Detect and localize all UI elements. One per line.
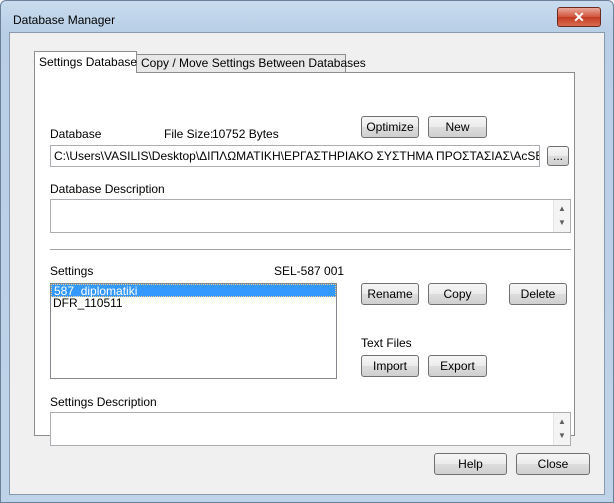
tab-copy-move-settings[interactable]: Copy / Move Settings Between Databases [136, 54, 366, 73]
close-button[interactable]: Close [516, 453, 590, 475]
title-bar[interactable]: Database Manager ✕ [1, 1, 613, 31]
dialog-body: Settings Database Copy / Move Settings B… [9, 32, 605, 495]
database-description-field[interactable]: ▲ ▼ [50, 199, 571, 233]
help-button[interactable]: Help [434, 453, 507, 475]
section-divider [50, 249, 571, 250]
new-database-button[interactable]: New [428, 116, 487, 138]
database-manager-window: Database Manager ✕ Settings Database Cop… [0, 0, 614, 503]
scroll-up-arrow-icon[interactable]: ▲ [558, 205, 566, 213]
settings-database-panel: Database File Size: 10752 Bytes Optimize… [34, 72, 575, 446]
browse-button[interactable]: ... [547, 146, 569, 166]
file-size-value: 10752 Bytes [212, 127, 279, 141]
file-size-label: File Size: [164, 127, 214, 141]
database-description-scrollbar[interactable]: ▲ ▼ [553, 200, 570, 232]
text-files-label: Text Files [361, 336, 412, 350]
export-button[interactable]: Export [428, 355, 487, 377]
list-item[interactable]: DFR_110511 [51, 297, 336, 310]
settings-description-field[interactable]: ▲ ▼ [50, 412, 571, 446]
rename-button[interactable]: Rename [361, 283, 419, 305]
scroll-up-arrow-icon[interactable]: ▲ [558, 418, 566, 426]
window-close-button[interactable]: ✕ [557, 7, 601, 27]
settings-description-label: Settings Description [50, 395, 157, 409]
scroll-down-arrow-icon[interactable]: ▼ [558, 219, 566, 227]
settings-list[interactable]: 587_diplomatiki DFR_110511 [50, 283, 337, 379]
close-icon: ✕ [573, 9, 585, 25]
optimize-button[interactable]: Optimize [361, 116, 419, 138]
device-id: SEL-587 001 [274, 264, 345, 278]
settings-description-scrollbar[interactable]: ▲ ▼ [553, 413, 570, 445]
database-path-field[interactable]: C:\Users\VASILIS\Desktop\ΔΙΠΛΩΜΑΤΙΚΗ\ΕΡΓ… [50, 145, 540, 167]
settings-label: Settings [50, 264, 94, 278]
import-button[interactable]: Import [361, 355, 419, 377]
window-title: Database Manager [13, 13, 116, 27]
scroll-down-arrow-icon[interactable]: ▼ [558, 432, 566, 440]
database-label: Database [50, 127, 102, 141]
delete-button[interactable]: Delete [509, 283, 567, 305]
database-description-label: Database Description [50, 182, 165, 196]
copy-button[interactable]: Copy [428, 283, 487, 305]
tab-settings-database[interactable]: Settings Database [34, 51, 137, 73]
